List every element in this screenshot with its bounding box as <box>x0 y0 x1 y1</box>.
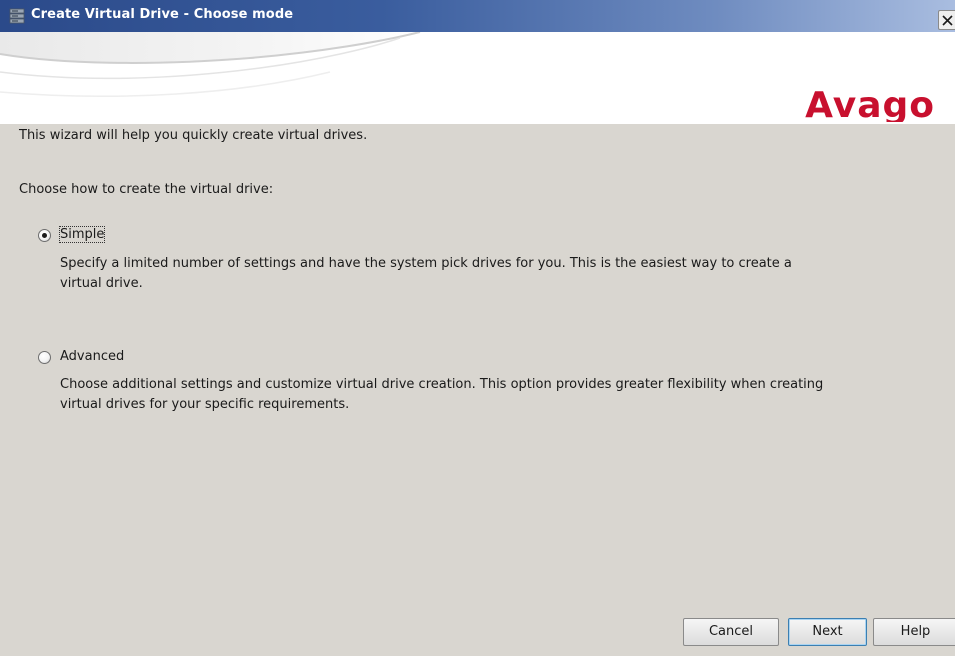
advanced-option-label[interactable]: Advanced <box>60 349 124 364</box>
advanced-radio[interactable] <box>38 351 51 364</box>
radio-selected-dot <box>42 233 47 238</box>
header-banner: Avago <box>0 32 955 124</box>
window-title: Create Virtual Drive - Choose mode <box>31 7 294 22</box>
simple-option-label[interactable]: Simple <box>58 226 106 243</box>
intro-text: This wizard will help you quickly create… <box>19 128 368 143</box>
choose-prompt: Choose how to create the virtual drive: <box>19 182 274 197</box>
advanced-description-line-2: virtual drives for your specific require… <box>60 397 350 412</box>
close-button[interactable] <box>938 10 955 30</box>
simple-description-line-1: Specify a limited number of settings and… <box>60 256 792 271</box>
simple-option-description: Specify a limited number of settings and… <box>60 254 792 294</box>
next-button[interactable]: Next <box>788 618 867 646</box>
wizard-window: Create Virtual Drive - Choose mode Avago <box>0 0 955 656</box>
title-bar: Create Virtual Drive - Choose mode <box>0 0 955 32</box>
svg-text:Avago: Avago <box>805 86 935 122</box>
avago-logo: Avago <box>805 86 935 122</box>
simple-radio[interactable] <box>38 229 51 242</box>
advanced-description-line-1: Choose additional settings and customize… <box>60 377 824 392</box>
advanced-option-description: Choose additional settings and customize… <box>60 375 823 415</box>
storage-drive-icon <box>9 8 25 24</box>
close-icon <box>942 15 953 26</box>
simple-description-line-2: virtual drive. <box>60 276 143 291</box>
help-button[interactable]: Help <box>873 618 955 646</box>
cancel-button[interactable]: Cancel <box>683 618 779 646</box>
